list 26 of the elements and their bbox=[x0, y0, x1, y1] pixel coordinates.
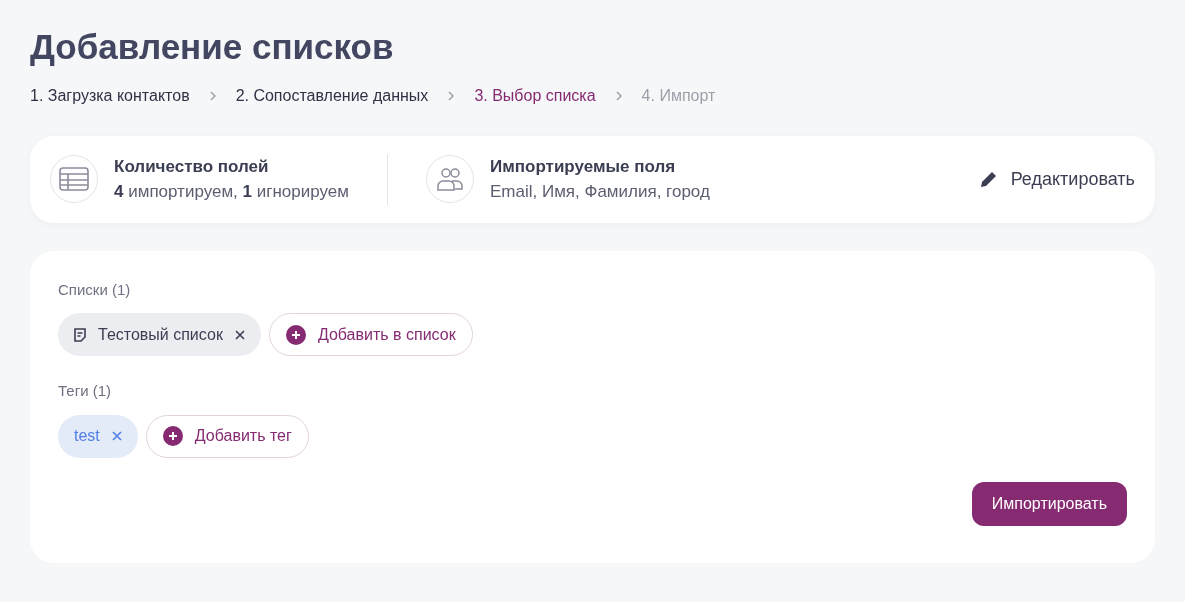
import-button[interactable]: Импортировать bbox=[971, 481, 1127, 526]
summary-text: Email, Имя, Фамилия, город bbox=[489, 181, 710, 203]
chip-label: Тестовый список bbox=[98, 324, 223, 345]
chevron-icon bbox=[448, 90, 455, 101]
people-icon bbox=[435, 166, 464, 192]
chevron-icon bbox=[615, 90, 622, 101]
step-label[interactable]: 2. Сопоставление данных bbox=[235, 83, 429, 108]
chip-label: test bbox=[74, 426, 100, 446]
summary-title: Импортируемые поля bbox=[489, 155, 677, 178]
pencil-icon bbox=[978, 169, 999, 189]
remove-icon[interactable] bbox=[234, 329, 245, 340]
table-icon bbox=[59, 167, 89, 191]
page-title: Добавление списков bbox=[30, 26, 395, 68]
group-label: Списки (1) bbox=[58, 279, 132, 300]
edit-button[interactable]: Редактировать bbox=[978, 165, 1135, 193]
group-label: Теги (1) bbox=[58, 381, 112, 401]
summary-title: Количество полей bbox=[114, 155, 270, 178]
summary-text: 4 импортируем, 1 игнорируем bbox=[114, 181, 349, 203]
add-button[interactable]: Добавить тег bbox=[145, 414, 309, 458]
step-label[interactable]: 1. Загрузка контактов bbox=[30, 83, 190, 108]
plus-icon bbox=[285, 324, 306, 345]
add-button[interactable]: Добавить в список bbox=[268, 313, 473, 356]
step-label[interactable]: 3. Выбор списка bbox=[474, 83, 596, 108]
note-icon bbox=[74, 327, 86, 342]
chevron-icon bbox=[209, 90, 216, 101]
plus-icon bbox=[162, 426, 183, 446]
